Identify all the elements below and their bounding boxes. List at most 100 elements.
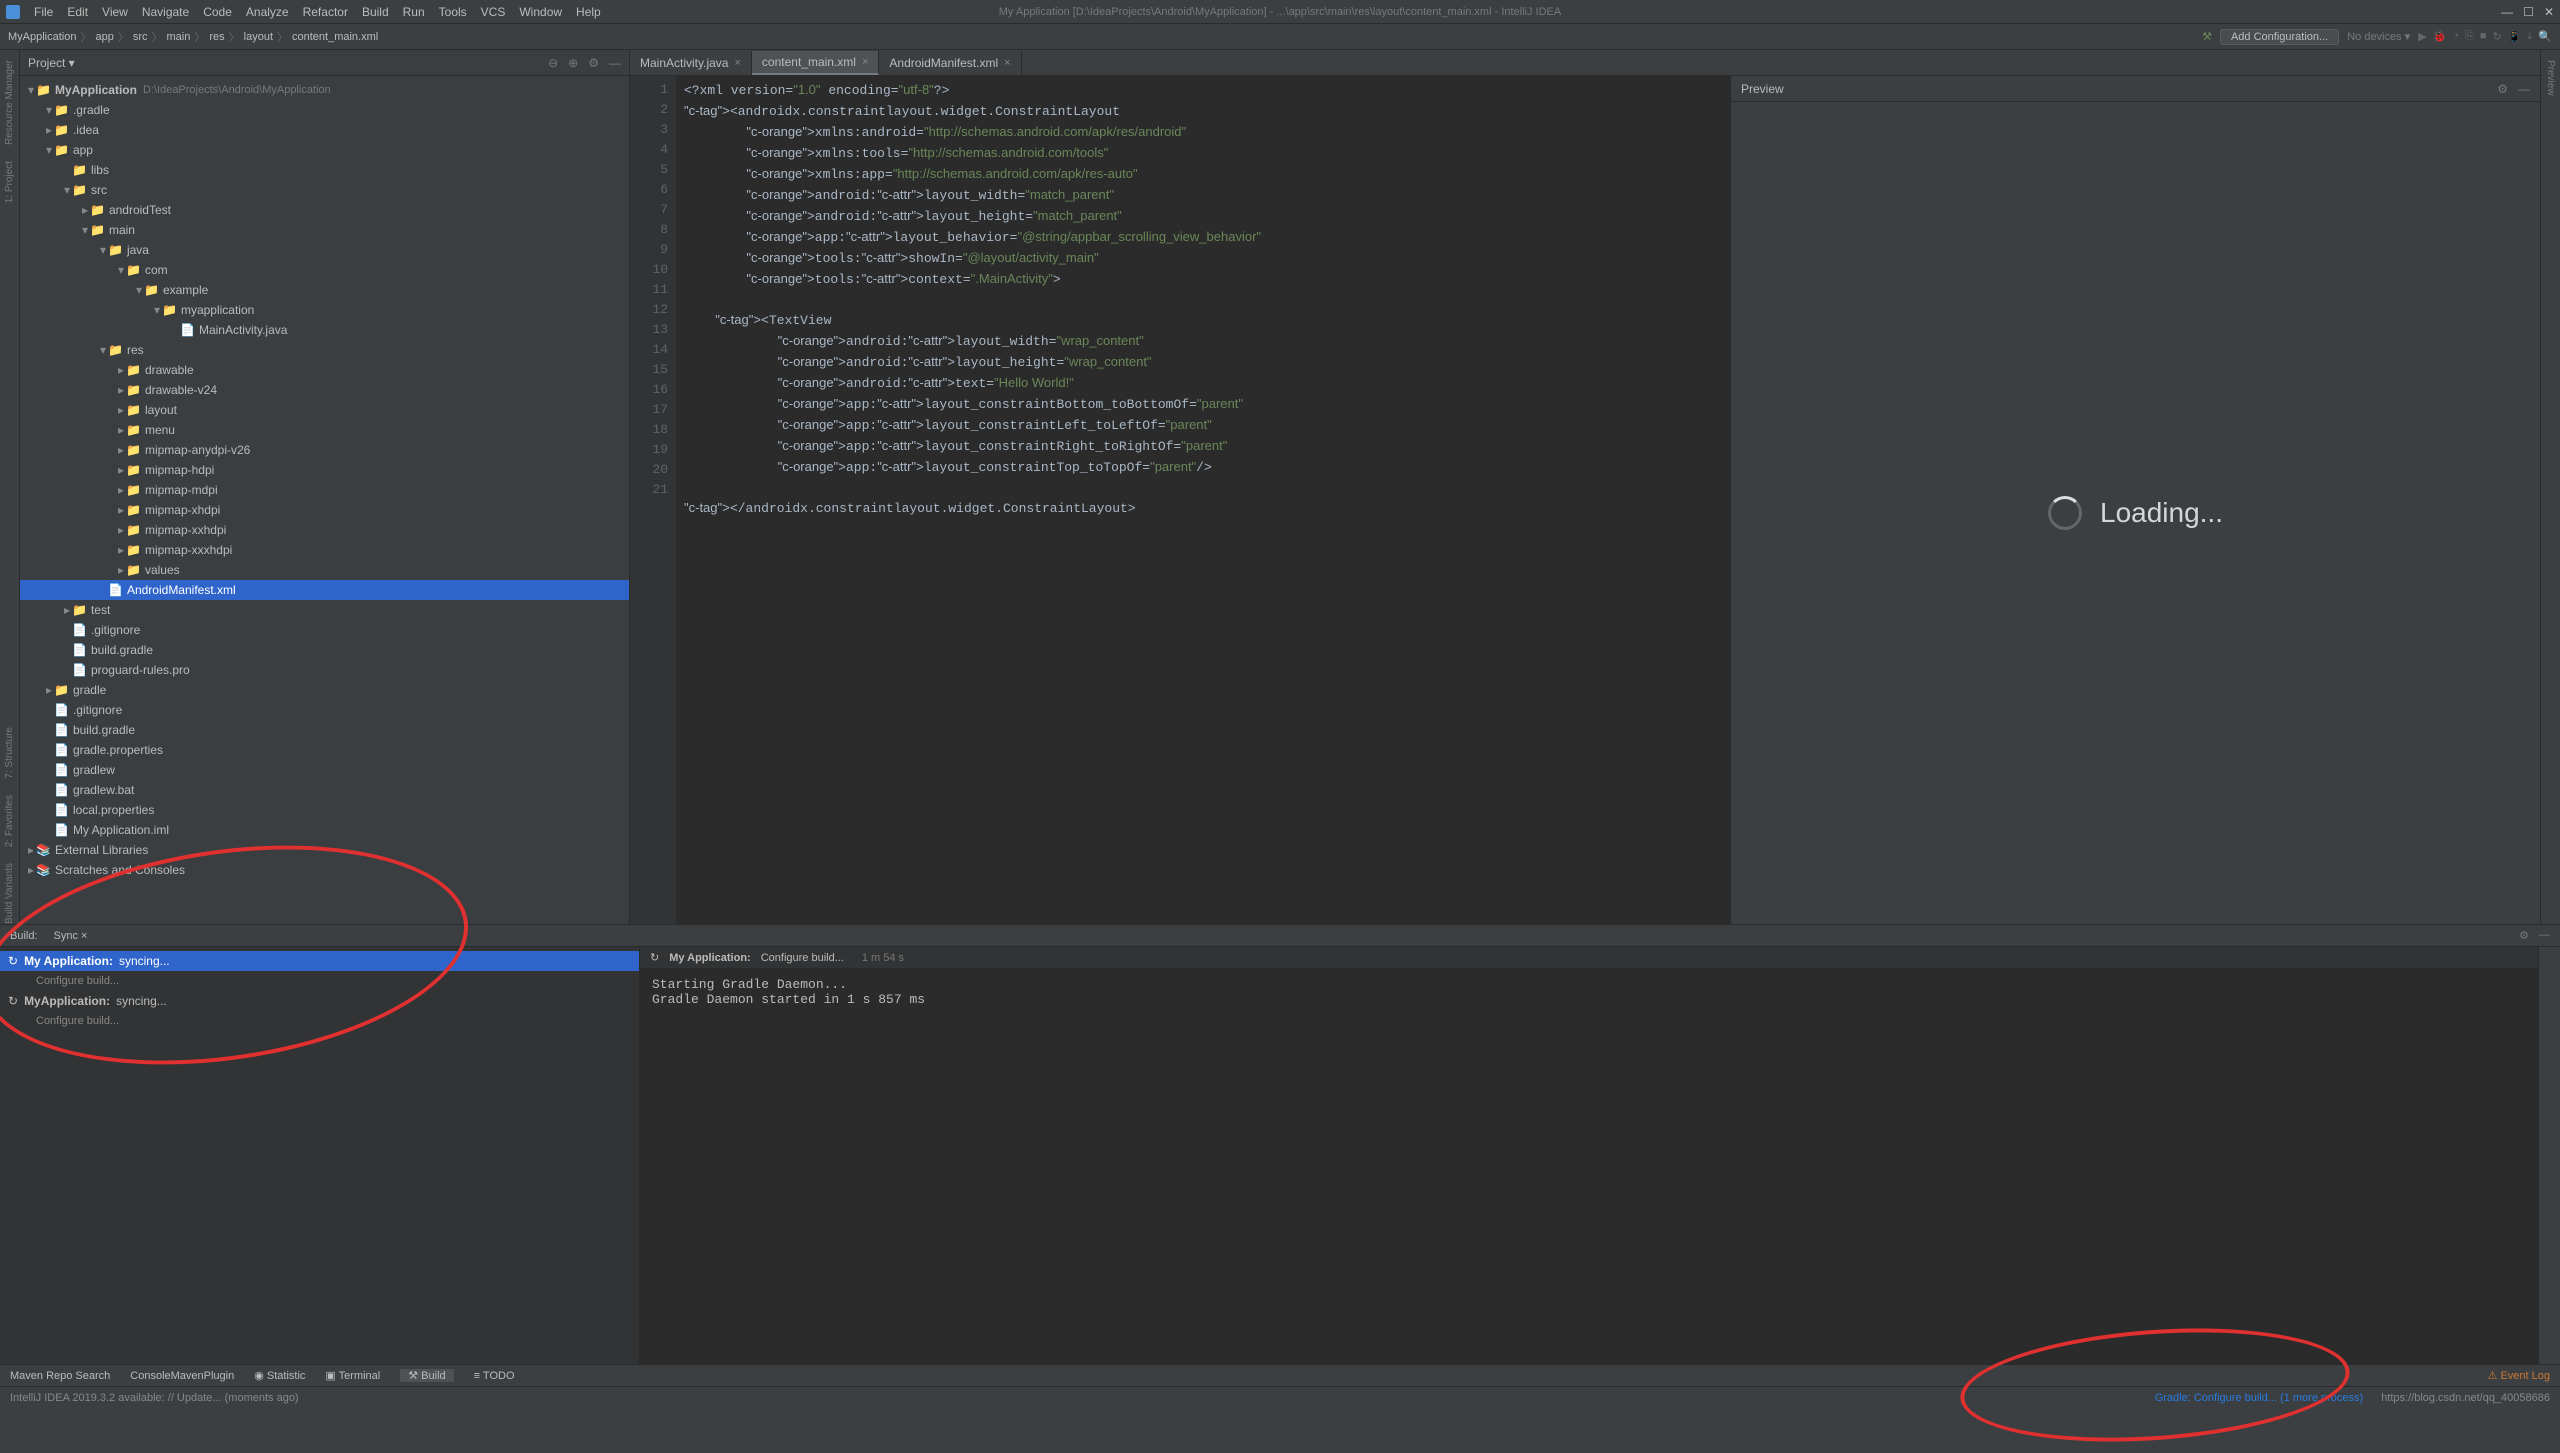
tree-item[interactable]: ▸📁mipmap-xxhdpi [20, 520, 629, 540]
sync-tab[interactable]: Sync × [54, 930, 88, 942]
tree-item[interactable]: 📄local.properties [20, 800, 629, 820]
collapse-icon[interactable]: ⊖ [548, 56, 558, 70]
project-view-selector[interactable]: Project ▾ [28, 56, 75, 70]
tree-item[interactable]: ▾📁main [20, 220, 629, 240]
expand-icon[interactable]: ⊕ [568, 56, 578, 70]
hammer-icon[interactable]: ⚒ [2202, 30, 2212, 43]
menu-navigate[interactable]: Navigate [142, 5, 189, 19]
menu-run[interactable]: Run [403, 5, 425, 19]
tree-item[interactable]: 📄AndroidManifest.xml [20, 580, 629, 600]
tree-item[interactable]: ▸📁drawable-v24 [20, 380, 629, 400]
close-icon[interactable]: ✕ [2544, 5, 2554, 19]
bottom-tab-build[interactable]: ⚒ Build [400, 1369, 453, 1382]
sdk-icon[interactable]: ⤓ [2527, 30, 2532, 43]
tree-item[interactable]: ▾📁example [20, 280, 629, 300]
tree-root[interactable]: ▾📁MyApplicationD:\IdeaProjects\Android\M… [20, 80, 629, 100]
menu-help[interactable]: Help [576, 5, 601, 19]
debug-icon[interactable]: 🐞 [2433, 30, 2447, 43]
project-tree[interactable]: ▾📁MyApplicationD:\IdeaProjects\Android\M… [20, 76, 629, 924]
tree-item[interactable]: 📄build.gradle [20, 720, 629, 740]
build-task-row[interactable]: ↻My Application: syncing... [0, 951, 639, 971]
hide-icon[interactable]: — [609, 56, 621, 70]
build-output[interactable]: Starting Gradle Daemon... Gradle Daemon … [640, 969, 2538, 1364]
tree-item[interactable]: 📄gradle.properties [20, 740, 629, 760]
sync-icon[interactable]: ↻ [2493, 30, 2502, 43]
close-icon[interactable]: × [862, 56, 868, 68]
bottom-tab-todo[interactable]: ≡ TODO [474, 1370, 515, 1382]
crumb[interactable]: res [209, 31, 224, 43]
hide-icon[interactable]: — [2539, 929, 2550, 942]
crumb[interactable]: src [133, 31, 148, 43]
tree-item[interactable]: 📄.gitignore [20, 620, 629, 640]
tree-item[interactable]: ▸📁test [20, 600, 629, 620]
menu-view[interactable]: View [102, 5, 128, 19]
status-message[interactable]: IntelliJ IDEA 2019.3.2 available: // Upd… [10, 1392, 299, 1404]
gear-icon[interactable]: ⚙ [588, 56, 599, 70]
tree-item[interactable]: ▾📁src [20, 180, 629, 200]
bottom-tab[interactable]: ◉ Statistic [254, 1369, 305, 1382]
menu-analyze[interactable]: Analyze [246, 5, 289, 19]
menu-tools[interactable]: Tools [439, 5, 467, 19]
crumb[interactable]: layout [244, 31, 273, 43]
build-task-row[interactable]: ↻MyApplication: syncing... [0, 991, 639, 1011]
tree-item[interactable]: 📄gradlew.bat [20, 780, 629, 800]
tree-item[interactable]: ▸📁androidTest [20, 200, 629, 220]
build-tasks-tree[interactable]: ↻My Application: syncing...Configure bui… [0, 947, 640, 1364]
tool-structure[interactable]: 7: Structure [4, 727, 15, 779]
bottom-tab-terminal[interactable]: ▣ Terminal [325, 1369, 380, 1382]
event-log-button[interactable]: ⚠ Event Log [2488, 1369, 2550, 1382]
menu-window[interactable]: Window [519, 5, 562, 19]
tree-item[interactable]: ▸📁mipmap-xxxhdpi [20, 540, 629, 560]
menu-file[interactable]: File [34, 5, 53, 19]
tree-item[interactable]: 📄proguard-rules.pro [20, 660, 629, 680]
tree-item[interactable]: ▾📁app [20, 140, 629, 160]
tool-favorites[interactable]: 2: Favorites [4, 795, 15, 847]
crumb-file[interactable]: content_main.xml [292, 31, 378, 43]
close-icon[interactable]: × [734, 57, 740, 69]
menu-code[interactable]: Code [203, 5, 232, 19]
stop-icon[interactable]: ■ [2480, 30, 2487, 43]
tree-item[interactable]: ▸📁mipmap-mdpi [20, 480, 629, 500]
minimize-icon[interactable]: — [2501, 5, 2513, 19]
tree-item[interactable]: ▸📁menu [20, 420, 629, 440]
tree-item[interactable]: 📁libs [20, 160, 629, 180]
avd-icon[interactable]: 📱 [2508, 30, 2522, 43]
tree-item[interactable]: ▸📁mipmap-anydpi-v26 [20, 440, 629, 460]
tool-resource-manager[interactable]: Resource Manager [4, 60, 15, 145]
crumb[interactable]: app [95, 31, 113, 43]
tree-item[interactable]: ▾📁.gradle [20, 100, 629, 120]
search-icon[interactable]: 🔍 [2538, 30, 2552, 43]
tree-item[interactable]: ▸📁mipmap-hdpi [20, 460, 629, 480]
maximize-icon[interactable]: ☐ [2523, 5, 2534, 19]
bottom-tab[interactable]: ConsoleMavenPlugin [130, 1370, 234, 1382]
tool-build-variants[interactable]: Build Variants [4, 863, 15, 924]
tree-item[interactable]: ▸📁drawable [20, 360, 629, 380]
gear-icon[interactable]: ⚙ [2519, 929, 2529, 942]
code-content[interactable]: <?xml version="1.0" encoding="utf-8"?> "… [676, 76, 1730, 924]
tab-content-main[interactable]: content_main.xml× [752, 51, 879, 75]
crumb-root[interactable]: MyApplication [8, 31, 76, 43]
tree-item[interactable]: ▾📁res [20, 340, 629, 360]
run-config-dropdown[interactable]: Add Configuration... [2220, 29, 2339, 45]
close-icon[interactable]: × [1004, 57, 1010, 69]
tree-item[interactable]: ▸📚External Libraries [20, 840, 629, 860]
attach-icon[interactable]: ⎘ [2465, 30, 2474, 43]
code-editor[interactable]: 123456789101112131415161718192021 <?xml … [630, 76, 1730, 924]
tree-item[interactable]: ▸📁values [20, 560, 629, 580]
device-selector[interactable]: No devices ▾ [2347, 30, 2410, 43]
profile-icon[interactable]: ◔ [2452, 30, 2459, 43]
crumb[interactable]: main [167, 31, 191, 43]
tree-item[interactable]: ▸📚Scratches and Consoles [20, 860, 629, 880]
menu-edit[interactable]: Edit [67, 5, 88, 19]
tool-project[interactable]: 1: Project [4, 161, 15, 203]
menu-build[interactable]: Build [362, 5, 389, 19]
tree-item[interactable]: ▾📁myapplication [20, 300, 629, 320]
tab-mainactivity[interactable]: MainActivity.java× [630, 51, 752, 75]
tree-item[interactable]: 📄build.gradle [20, 640, 629, 660]
gear-icon[interactable]: ⚙ [2497, 82, 2508, 96]
run-icon[interactable]: ▶ [2418, 30, 2426, 43]
tool-preview[interactable]: Preview [2545, 60, 2556, 96]
tree-item[interactable]: 📄MainActivity.java [20, 320, 629, 340]
hide-icon[interactable]: — [2518, 82, 2530, 96]
tree-item[interactable]: ▸📁layout [20, 400, 629, 420]
